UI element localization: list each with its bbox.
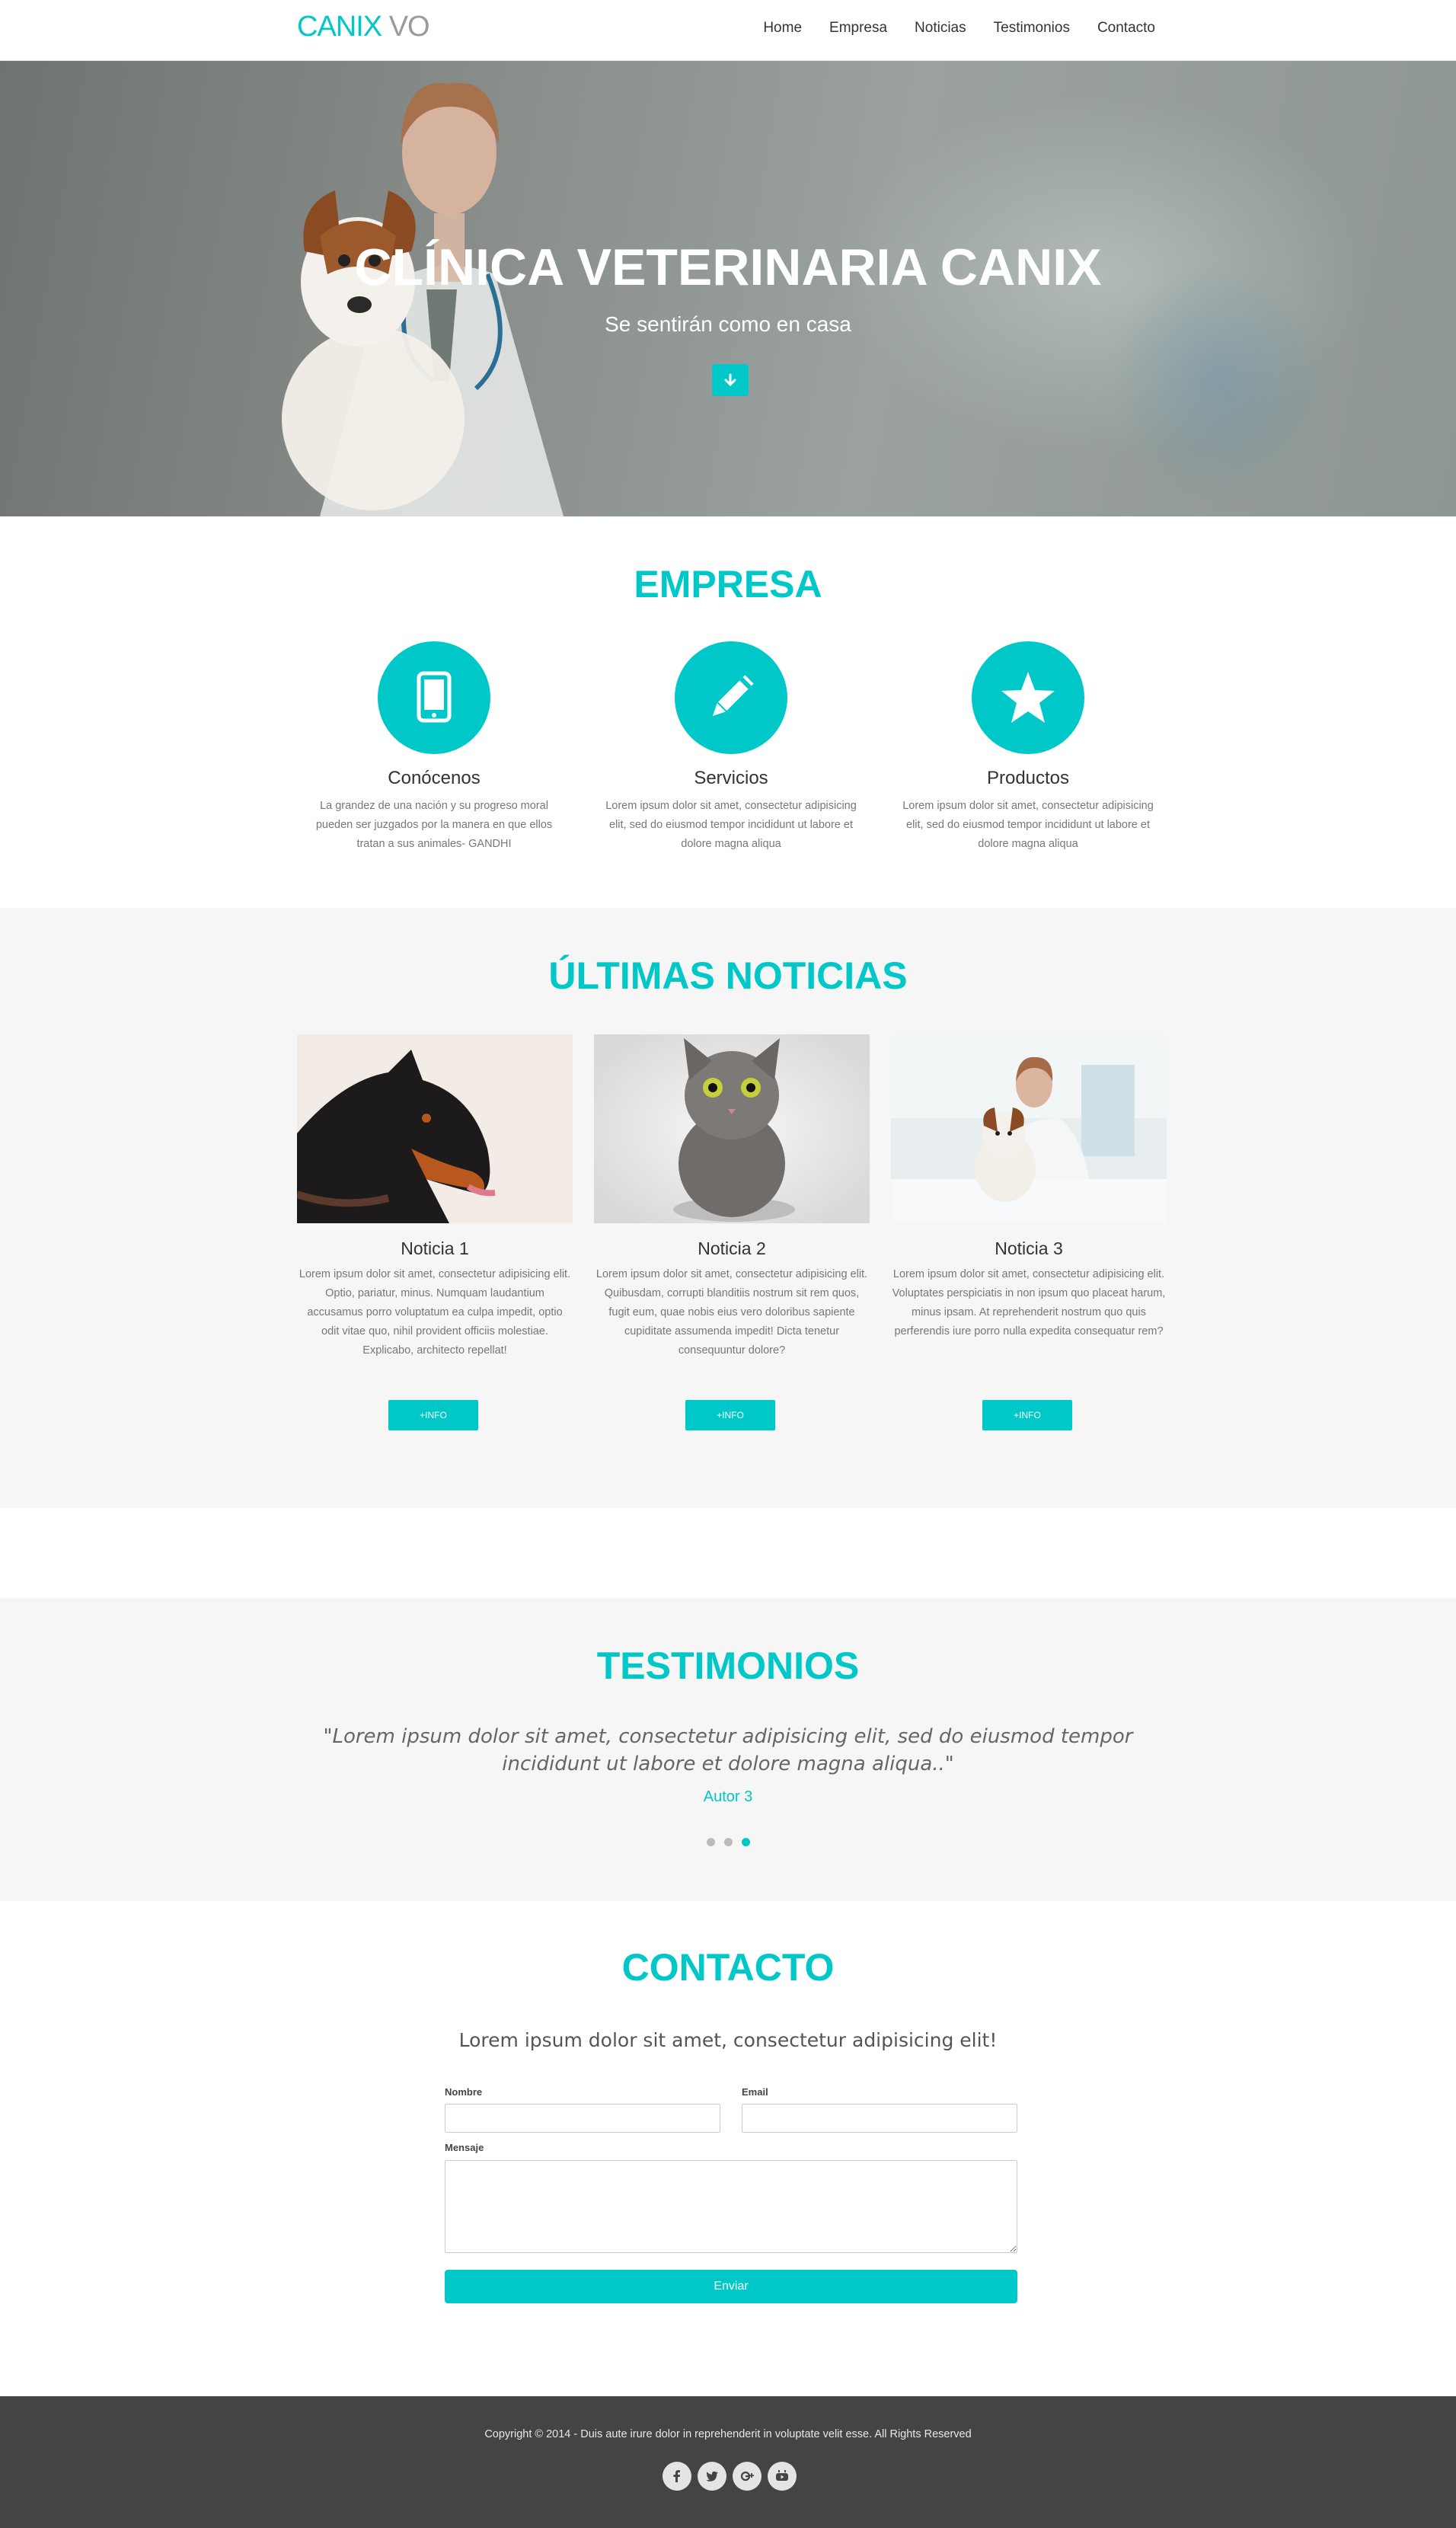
- news-card-1: Noticia 1 Lorem ipsum dolor sit amet, co…: [297, 1034, 573, 1360]
- news-image-doberman[interactable]: [297, 1034, 573, 1223]
- feature-title: Productos: [986, 768, 1070, 788]
- hero-section: CLÍNICA VETERINARIA CANIX Se sentirán co…: [0, 61, 1456, 516]
- news-title: Noticia 2: [698, 1238, 766, 1258]
- feature-icon-circle: [972, 641, 1084, 754]
- email-label: Email: [742, 2086, 768, 2098]
- social-links: [663, 2462, 797, 2491]
- news-3-info-button[interactable]: +INFO: [982, 1400, 1072, 1430]
- scroll-down-button[interactable]: [712, 364, 749, 396]
- tablet-icon: [417, 671, 452, 723]
- news-image-vet[interactable]: [891, 1034, 1167, 1223]
- email-input[interactable]: [742, 2104, 1017, 2133]
- carousel-indicators: [707, 1838, 750, 1846]
- feature-servicios: Servicios Lorem ipsum dolor sit amet, co…: [594, 641, 868, 854]
- feature-text: La grandez de una nación y su progreso m…: [315, 800, 553, 850]
- navbar: CANIX VO Home Empresa Noticias Testimoni…: [0, 0, 1456, 61]
- mensaje-textarea[interactable]: [445, 2160, 1017, 2253]
- nombre-input[interactable]: [445, 2104, 720, 2133]
- news-card-3: Noticia 3 Lorem ipsum dolor sit amet, co…: [891, 1034, 1167, 1341]
- footer: Copyright © 2014 - Duis aute irure dolor…: [0, 2396, 1456, 2528]
- feature-productos: Productos Lorem ipsum dolor sit amet, co…: [891, 641, 1165, 854]
- nav-item-empresa[interactable]: Empresa: [829, 20, 887, 37]
- news-text: Lorem ipsum dolor sit amet, consectetur …: [892, 1268, 1166, 1338]
- news-1-info-button[interactable]: +INFO: [388, 1400, 478, 1430]
- nombre-label: Nombre: [445, 2086, 483, 2098]
- news-title: Noticia 1: [401, 1238, 469, 1258]
- testimonial-quote: "Lorem ipsum dolor sit amet, consectetur…: [323, 1725, 1133, 1775]
- testimonios-title: TESTIMONIOS: [596, 1644, 860, 1687]
- hero-title: CLÍNICA VETERINARIA CANIX: [354, 238, 1102, 296]
- feature-title: Servicios: [694, 768, 768, 788]
- noticias-title: ÚLTIMAS NOTICIAS: [548, 954, 908, 997]
- carousel-dot-3[interactable]: [742, 1838, 750, 1846]
- star-icon: [1001, 672, 1055, 723]
- carousel-dot-2[interactable]: [724, 1838, 733, 1846]
- pencil-icon: [712, 675, 754, 717]
- feature-title: Conócenos: [388, 768, 481, 788]
- empresa-title: EMPRESA: [634, 563, 822, 606]
- hero-subtitle: Se sentirán como en casa: [605, 312, 851, 336]
- news-text: Lorem ipsum dolor sit amet, consectetur …: [595, 1268, 868, 1357]
- feature-icon-circle: [675, 641, 787, 754]
- facebook-icon[interactable]: [663, 2462, 691, 2491]
- news-2-info-button[interactable]: +INFO: [685, 1400, 775, 1430]
- main-nav: Home Empresa Noticias Testimonios Contac…: [763, 20, 1155, 37]
- contacto-title: CONTACTO: [621, 1946, 835, 1989]
- contacto-lead: Lorem ipsum dolor sit amet, consectetur …: [458, 2029, 998, 2051]
- nav-item-testimonios[interactable]: Testimonios: [994, 20, 1070, 37]
- news-text: Lorem ipsum dolor sit amet, consectetur …: [299, 1268, 571, 1357]
- news-title: Noticia 3: [995, 1238, 1063, 1258]
- nav-item-home[interactable]: Home: [763, 20, 802, 37]
- feature-text: Lorem ipsum dolor sit amet, consectetur …: [902, 800, 1154, 850]
- feature-icon-circle: [378, 641, 490, 754]
- testimonial-author: Autor 3: [703, 1788, 753, 1805]
- google-plus-icon[interactable]: [733, 2462, 762, 2491]
- brand-secondary: VO: [388, 11, 430, 43]
- brand-primary: CANIX: [297, 11, 382, 43]
- feature-conocenos: Conócenos La grandez de una nación y su …: [297, 641, 571, 854]
- nav-item-noticias[interactable]: Noticias: [915, 20, 966, 37]
- brand-logo[interactable]: CANIX VO: [297, 11, 430, 43]
- copyright-text: Copyright © 2014 - Duis aute irure dolor…: [484, 2428, 972, 2440]
- news-card-2: Noticia 2 Lorem ipsum dolor sit amet, co…: [594, 1034, 870, 1360]
- twitter-icon[interactable]: [698, 2462, 726, 2491]
- enviar-button[interactable]: Enviar: [445, 2270, 1017, 2303]
- mensaje-label: Mensaje: [445, 2142, 484, 2153]
- news-image-cat[interactable]: [594, 1034, 870, 1223]
- carousel-dot-1[interactable]: [707, 1838, 715, 1846]
- feature-text: Lorem ipsum dolor sit amet, consectetur …: [605, 800, 857, 850]
- nav-item-contacto[interactable]: Contacto: [1097, 20, 1155, 37]
- arrow-down-icon: [724, 373, 736, 387]
- youtube-icon[interactable]: [768, 2462, 797, 2491]
